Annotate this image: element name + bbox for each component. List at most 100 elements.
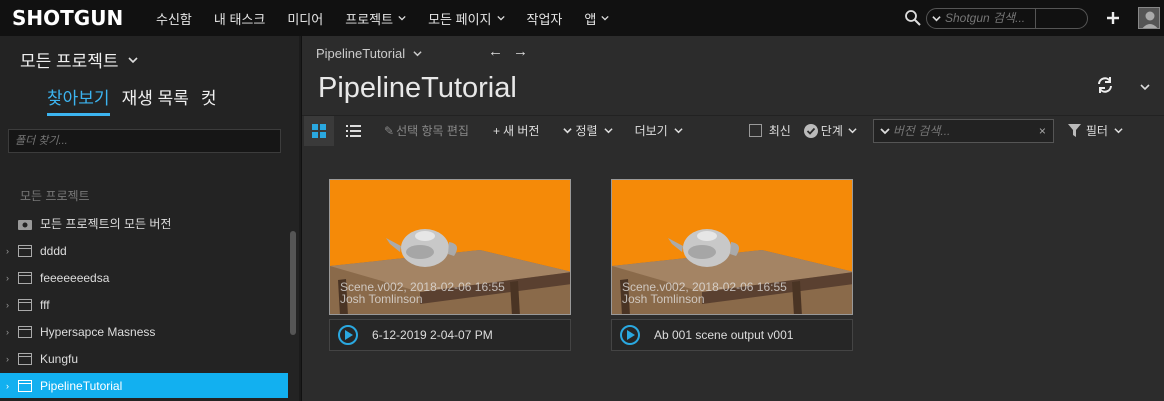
breadcrumb-label: PipelineTutorial (316, 46, 406, 61)
stage-button[interactable]: 단계 (803, 122, 857, 139)
chevron-down-icon[interactable] (1140, 82, 1150, 92)
search-icon[interactable] (904, 9, 922, 27)
version-card[interactable]: Scene.v002, 2018-02-06 16:55 Josh Tomlin… (611, 179, 854, 351)
left-tabs: 찾아보기 재생 목록 컷 (47, 84, 229, 116)
latest-checkbox[interactable] (748, 124, 762, 137)
chevron-down-icon (931, 15, 941, 21)
play-button[interactable] (620, 325, 640, 345)
chevron-down-icon (674, 128, 683, 134)
history-nav: ←→ (488, 43, 538, 60)
avatar[interactable] (1138, 7, 1160, 29)
toolbar: ✎ 선택 항목 편집 + 새 버전 정렬 더보기 최신 단계 버전 검색... … (302, 115, 1164, 146)
folder-search-box (8, 129, 281, 153)
expand-arrow-icon[interactable]: › (6, 300, 18, 310)
latest-toggle[interactable]: 최신 (748, 122, 791, 139)
version-card[interactable]: Scene.v002, 2018-02-06 16:55 Josh Tomlin… (329, 179, 572, 351)
shotgun-logo[interactable]: SHOTGUN (12, 6, 142, 30)
sort-button[interactable]: 정렬 (563, 122, 613, 139)
thumbnail-burnin: Scene.v002, 2018-02-06 16:55 Josh Tomlin… (340, 281, 505, 305)
nav-inbox[interactable]: 수신함 (156, 9, 192, 28)
nav-label: 모든 페이지 (428, 11, 492, 27)
tree-project-kungfu[interactable]: › Kungfu (0, 346, 288, 371)
tree-scrollbar[interactable] (290, 231, 296, 335)
tree-header: 모든 프로젝트 (20, 189, 90, 203)
refresh-icon[interactable] (1096, 76, 1114, 94)
user-icon (1142, 11, 1158, 28)
nav-projects[interactable]: 프로젝트 (345, 9, 406, 28)
edit-selected-button[interactable]: ✎ 선택 항목 편집 (384, 122, 469, 139)
latest-label: 최신 (768, 124, 791, 138)
versions-icon (18, 219, 32, 230)
nav-all-pages[interactable]: 모든 페이지 (428, 9, 505, 28)
version-name[interactable]: Ab 001 scene output v001 (654, 328, 793, 342)
breadcrumb[interactable]: PipelineTutorial (316, 46, 422, 61)
tree-label: PipelineTutorial (40, 378, 123, 393)
tree-project-dddd[interactable]: › dddd (0, 238, 288, 263)
tree-project-feeeeeeedsa[interactable]: › feeeeeeedsa (0, 265, 288, 290)
tree-label: 모든 프로젝트의 모든 버전 (40, 217, 172, 231)
tab-cuts[interactable]: 컷 (201, 84, 217, 116)
plus-icon: + (492, 123, 500, 138)
global-search-box (926, 7, 1088, 29)
expand-arrow-icon[interactable]: › (6, 327, 18, 337)
pencil-icon: ✎ (384, 123, 395, 138)
filter-icon (1067, 124, 1081, 137)
version-thumbnail[interactable]: Scene.v002, 2018-02-06 16:55 Josh Tomlin… (611, 179, 853, 315)
filter-button[interactable]: 필터 (1067, 122, 1123, 139)
more-button[interactable]: 더보기 (635, 122, 683, 139)
global-search-input[interactable] (945, 11, 1033, 25)
tree-all-versions[interactable]: 모든 프로젝트의 모든 버전 (0, 211, 288, 236)
main-panel: PipelineTutorial ←→ PipelineTutorial ✎ 선… (301, 36, 1164, 401)
chevron-down-icon (413, 51, 422, 57)
sort-label: 정렬 (575, 124, 598, 138)
new-version-button[interactable]: + 새 버전 (493, 122, 539, 139)
play-button[interactable] (338, 325, 358, 345)
back-arrow-icon[interactable]: ← (488, 43, 513, 60)
tree-project-hypersapce[interactable]: › Hypersapce Masness (0, 319, 288, 344)
version-card-footer: 6-12-2019 2-04-07 PM (329, 319, 571, 351)
tab-browse[interactable]: 찾아보기 (47, 84, 110, 116)
chevron-down-icon[interactable] (880, 126, 890, 136)
chevron-down-icon (496, 15, 505, 21)
clear-icon[interactable]: × (1039, 124, 1046, 138)
list-view-button[interactable] (338, 116, 368, 146)
tree-label: dddd (40, 243, 67, 258)
expand-arrow-icon[interactable]: › (6, 381, 18, 391)
tree-project-pipelinetutorial[interactable]: › PipelineTutorial (0, 373, 288, 398)
project-icon (18, 352, 32, 365)
nav-apps[interactable]: 앱 (584, 9, 610, 28)
version-search-input[interactable] (892, 123, 1033, 138)
chevron-down-icon (848, 128, 857, 134)
main-nav: 수신함 내 태스크 미디어 프로젝트 모든 페이지 작업자 앱 (156, 0, 631, 36)
project-selector[interactable]: 모든 프로젝트 (20, 47, 138, 72)
tab-playlists[interactable]: 재생 목록 (122, 84, 189, 116)
new-version-label: 새 버전 (503, 124, 540, 138)
right-tools (904, 0, 1164, 36)
more-label: 더보기 (634, 124, 668, 138)
grid-view-button[interactable] (304, 115, 334, 146)
version-search-box: × (872, 118, 1054, 143)
search-scope-dropdown[interactable] (927, 9, 945, 28)
version-name[interactable]: 6-12-2019 2-04-07 PM (372, 328, 493, 342)
project-icon (18, 379, 32, 392)
project-icon (18, 271, 32, 284)
project-icon (18, 298, 32, 311)
plus-icon[interactable] (1106, 11, 1120, 25)
forward-arrow-icon[interactable]: → (513, 43, 538, 60)
nav-my-tasks[interactable]: 내 태스크 (214, 9, 265, 28)
list-icon (345, 124, 361, 137)
sort-chevron-icon (563, 128, 573, 134)
expand-arrow-icon[interactable]: › (6, 354, 18, 364)
tree-project-fff[interactable]: › fff (0, 292, 288, 317)
nav-media[interactable]: 미디어 (287, 9, 323, 28)
play-icon (344, 330, 353, 340)
version-thumbnail[interactable]: Scene.v002, 2018-02-06 16:55 Josh Tomlin… (329, 179, 571, 315)
expand-arrow-icon[interactable]: › (6, 246, 18, 256)
tree-label: fff (40, 297, 50, 312)
top-nav-bar: SHOTGUN 수신함 내 태스크 미디어 프로젝트 모든 페이지 작업자 앱 (0, 0, 1164, 36)
nav-people[interactable]: 작업자 (527, 9, 563, 28)
divider (1035, 8, 1036, 28)
nav-label: 미디어 (287, 11, 324, 27)
expand-arrow-icon[interactable]: › (6, 273, 18, 283)
folder-search-input[interactable] (9, 130, 280, 152)
